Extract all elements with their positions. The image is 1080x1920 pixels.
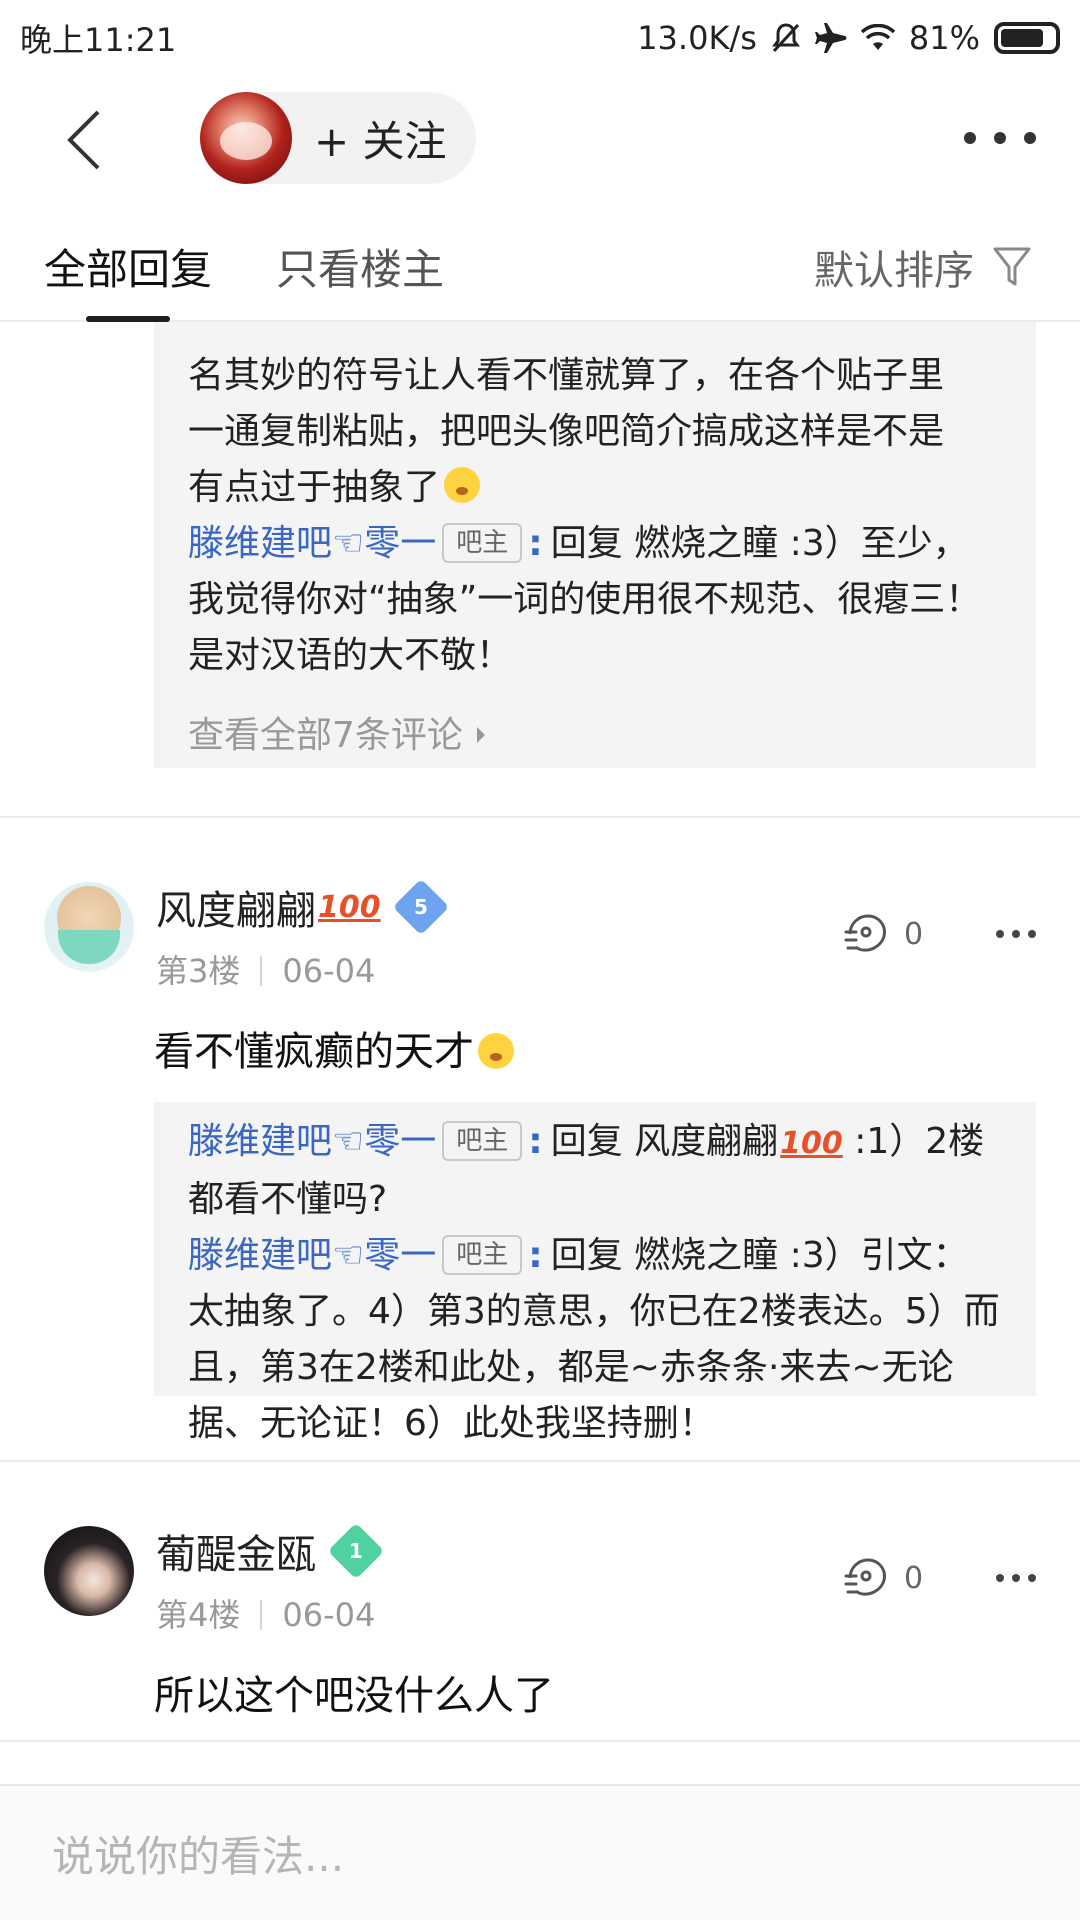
sub-reply[interactable]: 滕维建吧☜零一 吧主: 回复 风度翩翩100 :1）2楼 (188, 1114, 1002, 1172)
sort-label: 默认排序 (814, 248, 974, 294)
status-indicators: 13.0K/s 81% (637, 19, 1060, 57)
sub-reply-username[interactable]: 滕维建吧☜零一 (188, 1235, 436, 1276)
more-menu-button[interactable] (964, 112, 1036, 164)
floor-number: 第4楼 (156, 1596, 241, 1634)
like-button[interactable]: 0 (842, 1556, 923, 1600)
mute-icon (771, 22, 801, 54)
sub-reply-text: 太抽象了。4）第3的意思，你已在2楼表达。5）而 (188, 1291, 1000, 1332)
comment-input[interactable] (52, 1826, 1012, 1886)
network-speed: 13.0K/s (637, 19, 757, 57)
hundred-emoji-icon: 100 (318, 889, 381, 925)
sub-reply-username[interactable]: 滕维建吧☜零一 (188, 523, 436, 564)
sub-reply[interactable]: 滕维建吧☜零一 吧主: 回复 燃烧之瞳 :3）引文： (188, 1228, 1002, 1284)
hundred-emoji-icon: 100 (780, 1126, 843, 1161)
chevron-left-icon (67, 110, 100, 170)
battery-percent: 81% (908, 19, 980, 57)
sub-reply-text: 都看不懂吗? (188, 1179, 388, 1220)
laughing-emoji-icon (478, 1033, 514, 1069)
tab-all-replies[interactable]: 全部回复 (44, 236, 212, 297)
post-date: 06-04 (282, 1596, 376, 1634)
thinking-emoji-icon (444, 467, 481, 503)
status-bar: 晚上11:21 13.0K/s 81% (0, 0, 1080, 76)
follow-button[interactable]: + 关注 (314, 108, 447, 169)
post-floor-4: 葡醍金瓯 1 第4楼 06-04 0 所以这个吧没什么人了 (0, 1462, 1080, 1742)
dot-icon (1024, 132, 1036, 144)
floor-number: 第3楼 (156, 952, 241, 990)
dot-icon (964, 132, 976, 144)
nav-bar: + 关注 (0, 76, 1080, 200)
like-button[interactable]: 0 (842, 912, 923, 956)
post-meta: 第3楼 06-04 (156, 946, 375, 992)
sub-reply-text: 有点过于抽象了 (188, 460, 1002, 516)
moderator-badge: 吧主 (442, 1121, 523, 1161)
sub-reply-text: 是对汉语的大不敬！ (188, 635, 513, 676)
post-username[interactable]: 葡醍金瓯 1 (156, 1522, 385, 1580)
filter-icon (993, 247, 1031, 286)
like-icon (844, 1558, 886, 1596)
back-button[interactable] (52, 100, 132, 180)
sub-replies-floor2: 名其妙的符号让人看不懂就算了，在各个贴子里 一通复制粘贴，把吧头像吧简介搞成这样… (154, 322, 1036, 768)
airplane-icon (814, 22, 847, 54)
post-meta: 第4楼 06-04 (156, 1590, 375, 1636)
post-floor-3: 风度翩翩 100 5 第3楼 06-04 0 看不懂疯癫的天才 滕维建吧☜零一 吧主:… (0, 818, 1080, 1444)
view-all-comments-link[interactable]: 查看全部7条评论 (188, 706, 1002, 758)
avatar[interactable] (44, 882, 134, 972)
post-more-button[interactable] (996, 1574, 1036, 1586)
comment-bar (0, 1784, 1080, 1920)
sub-reply-text: 回复 燃烧之瞳 :3）至少， (550, 523, 969, 564)
sub-reply[interactable]: 滕维建吧☜零一 吧主: 回复 燃烧之瞳 :3）至少， (188, 516, 1002, 572)
post-more-button[interactable] (996, 930, 1036, 942)
post-content: 所以这个吧没什么人了 (154, 1673, 554, 1719)
like-count: 0 (904, 916, 924, 952)
sub-replies-floor3: 滕维建吧☜零一 吧主: 回复 风度翩翩100 :1）2楼 都看不懂吗? 滕维建吧☜零… (154, 1102, 1036, 1444)
sub-reply-text: 名其妙的符号让人看不懂就算了，在各个贴子里 (188, 355, 945, 396)
reply-tabs: 全部回复 只看楼主 默认排序 (0, 200, 1080, 322)
avatar[interactable] (44, 1526, 134, 1616)
moderator-badge: 吧主 (442, 523, 523, 563)
level-badge-icon: 5 (392, 878, 449, 936)
status-time: 晚上11:21 (20, 21, 177, 59)
sub-reply-text: 我觉得你对“抽象”一词的使用很不规范、很瘪三！ (188, 579, 982, 620)
wifi-icon (860, 24, 895, 52)
dot-icon (994, 132, 1006, 144)
author-follow-chip[interactable]: + 关注 (200, 92, 476, 184)
chevron-right-icon (476, 727, 485, 743)
sub-reply-text: 据、无论证！6）此处我坚持删！ (188, 1403, 715, 1444)
level-badge-icon: 1 (327, 1522, 385, 1580)
battery-fill (1001, 29, 1044, 47)
replies-list[interactable]: 名其妙的符号让人看不懂就算了，在各个贴子里 一通复制粘贴，把吧头像吧简介搞成这样… (0, 322, 1080, 1784)
author-avatar[interactable] (200, 92, 292, 184)
sort-button[interactable]: 默认排序 (814, 238, 1032, 296)
sub-reply-text: 且，第3在2楼和此处，都是~赤条条·来去~无论 (188, 1347, 954, 1388)
post-username[interactable]: 风度翩翩 100 5 (156, 878, 449, 936)
sub-reply-text: 一通复制粘贴，把吧头像吧简介搞成这样是不是 (188, 411, 945, 452)
like-icon (844, 914, 886, 952)
divider (0, 1740, 1080, 1742)
post-content: 看不懂疯癫的天才 (154, 1024, 514, 1080)
battery-icon (994, 22, 1060, 54)
moderator-badge: 吧主 (442, 1235, 523, 1275)
sub-reply-username[interactable]: 滕维建吧☜零一 (188, 1121, 436, 1162)
post-date: 06-04 (282, 952, 376, 990)
like-count: 0 (904, 1560, 924, 1596)
tab-author-only[interactable]: 只看楼主 (276, 236, 444, 297)
